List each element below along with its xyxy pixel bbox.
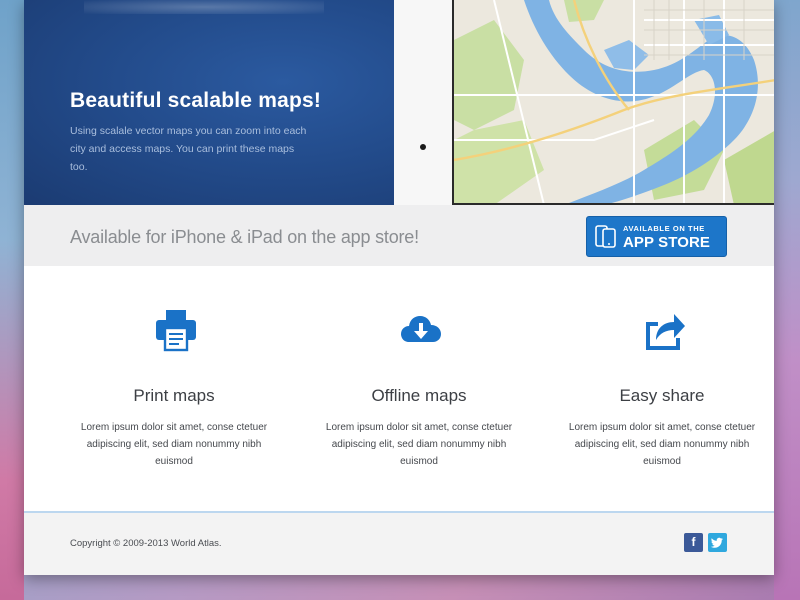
map-preview <box>452 0 774 205</box>
app-store-small-label: AVAILABLE ON THE <box>623 224 705 233</box>
hero-section: Beautiful scalable maps! Using scalale v… <box>24 0 774 205</box>
features-section: Print maps Lorem ipsum dolor sit amet, c… <box>24 266 774 511</box>
hero-glare <box>84 0 324 14</box>
cloud-download-icon <box>399 308 443 352</box>
feature-description: Lorem ipsum dolor sit amet, conse ctetue… <box>80 422 268 467</box>
feature-title: Easy share <box>619 386 705 405</box>
printer-icon <box>154 308 198 352</box>
devices-icon <box>595 225 617 249</box>
page: Beautiful scalable maps! Using scalale v… <box>24 0 774 575</box>
hero-title: Beautiful scalable maps! <box>70 89 322 112</box>
availability-text: Available for iPhone & iPad on the app s… <box>70 227 419 247</box>
background-right <box>774 0 800 600</box>
ipad-bezel <box>394 0 454 205</box>
feature-title: Offline maps <box>371 386 467 405</box>
footer: Copyright © 2009-2013 World Atlas. f <box>24 513 774 575</box>
ipad-mockup <box>394 0 774 205</box>
feature-title: Print maps <box>133 386 215 405</box>
facebook-icon[interactable]: f <box>684 533 703 552</box>
app-store-bar: Available for iPhone & iPad on the app s… <box>24 205 774 266</box>
ipad-camera-dot <box>420 144 426 150</box>
share-icon <box>642 308 686 352</box>
feature-description: Lorem ipsum dolor sit amet, conse ctetue… <box>568 422 756 467</box>
app-store-big-label: APP STORE <box>623 234 711 251</box>
twitter-icon[interactable] <box>708 533 727 552</box>
map-image <box>454 0 774 203</box>
app-store-button[interactable]: AVAILABLE ON THE APP STORE <box>586 216 727 257</box>
background-left <box>0 0 24 600</box>
hero-description: Using scalale vector maps you can zoom i… <box>70 125 307 173</box>
feature-description: Lorem ipsum dolor sit amet, conse ctetue… <box>325 422 513 467</box>
copyright-text: Copyright © 2009-2013 World Atlas. <box>70 538 222 549</box>
hero-panel: Beautiful scalable maps! Using scalale v… <box>24 0 394 205</box>
